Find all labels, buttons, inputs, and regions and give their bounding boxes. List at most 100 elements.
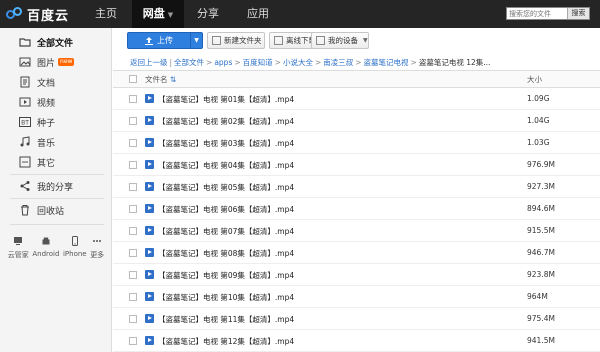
sidebar-item-other[interactable]: 其它	[0, 152, 112, 172]
my-device-button[interactable]: 我的设备 ▼	[311, 32, 369, 49]
table-row[interactable]: 【盗墓笔记】电视 第09集【超清】.mp4 923.8M	[113, 264, 600, 286]
file-name[interactable]: 【盗墓笔记】电视 第02集【超清】.mp4	[158, 116, 294, 127]
file-name[interactable]: 【盗墓笔记】电视 第12集【超清】.mp4	[158, 336, 294, 347]
search-button[interactable]: 搜索	[567, 8, 589, 19]
sidebar-item-videos[interactable]: 视频	[0, 92, 112, 112]
table-row[interactable]: 【盗墓笔记】电视 第05集【超清】.mp4 927.3M	[113, 176, 600, 198]
column-header-size[interactable]: 大小	[527, 74, 542, 85]
table-row[interactable]: 【盗墓笔记】电视 第12集【超清】.mp4 941.5M	[113, 330, 600, 352]
sidebar-item-music[interactable]: 音乐	[0, 132, 112, 152]
sidebar-item-label: 回收站	[37, 206, 65, 217]
sidebar-item-images[interactable]: 图片 new	[0, 52, 112, 72]
file-size: 976.9M	[527, 160, 555, 169]
select-all-checkbox[interactable]	[129, 75, 137, 83]
row-checkbox[interactable]	[129, 271, 137, 279]
upload-main[interactable]: 上传	[128, 35, 190, 46]
baidu-cloud-logo[interactable]: 百度云	[6, 4, 69, 24]
top-bar: 百度云 主页 网盘 ▼ 分享 应用 搜索	[0, 0, 600, 28]
table-row[interactable]: 【盗墓笔记】电视 第01集【超清】.mp4 1.09G	[113, 88, 600, 110]
file-size: 1.04G	[527, 116, 550, 125]
breadcrumb-link[interactable]: apps	[214, 58, 232, 67]
row-checkbox[interactable]	[129, 293, 137, 301]
chevron-down-icon[interactable]: ▼	[190, 33, 202, 48]
nav-disk-label: 网盘	[142, 7, 165, 20]
nav-apps[interactable]: 应用	[232, 0, 284, 28]
file-name[interactable]: 【盗墓笔记】电视 第05集【超清】.mp4	[158, 182, 294, 193]
video-file-icon	[145, 336, 154, 345]
file-name[interactable]: 【盗墓笔记】电视 第08集【超清】.mp4	[158, 248, 294, 259]
my-device-label: 我的设备	[328, 36, 358, 45]
table-row[interactable]: 【盗墓笔记】电视 第02集【超清】.mp4 1.04G	[113, 110, 600, 132]
new-badge: new	[58, 58, 75, 66]
file-name[interactable]: 【盗墓笔记】电视 第01集【超清】.mp4	[158, 94, 294, 105]
device-icon	[316, 36, 325, 45]
sidebar-item-my-shares[interactable]: 我的分享	[0, 176, 112, 196]
device-cloud-manager[interactable]: 云管家	[8, 236, 29, 260]
table-row[interactable]: 【盗墓笔记】电视 第04集【超清】.mp4 976.9M	[113, 154, 600, 176]
table-row[interactable]: 【盗墓笔记】电视 第07集【超清】.mp4 915.5M	[113, 220, 600, 242]
search-input[interactable]	[507, 8, 567, 19]
row-checkbox[interactable]	[129, 337, 137, 345]
breadcrumb-link[interactable]: 盗墓笔记电视	[364, 58, 409, 67]
video-file-icon	[145, 94, 154, 103]
new-folder-label: 新建文件夹	[224, 36, 262, 45]
svg-text:BT: BT	[21, 120, 29, 127]
main-nav: 主页 网盘 ▼ 分享 应用	[80, 0, 284, 28]
file-name[interactable]: 【盗墓笔记】电视 第09集【超清】.mp4	[158, 270, 294, 281]
breadcrumb-link[interactable]: 百度知道	[243, 58, 273, 67]
breadcrumb-link[interactable]: 全部文件	[174, 58, 204, 67]
row-checkbox[interactable]	[129, 183, 137, 191]
upload-button[interactable]: 上传 ▼	[127, 32, 203, 49]
device-label: iPhone	[62, 250, 87, 258]
row-checkbox[interactable]	[129, 161, 137, 169]
sidebar-item-torrents[interactable]: BT 种子	[0, 112, 112, 132]
document-icon	[20, 76, 30, 88]
row-checkbox[interactable]	[129, 227, 137, 235]
device-iphone[interactable]: iPhone	[63, 236, 87, 260]
sidebar-item-recycle-bin[interactable]: 回收站	[0, 200, 112, 220]
breadcrumb-current: 盗墓笔记电视	[418, 58, 464, 67]
table-row[interactable]: 【盗墓笔记】电视 第06集【超清】.mp4 894.6M	[113, 198, 600, 220]
file-name[interactable]: 【盗墓笔记】电视 第11集【超清】.mp4	[158, 314, 294, 325]
toolbar: 上传 ▼ 新建文件夹 离线下载 我的设备 ▼	[113, 28, 600, 54]
row-checkbox[interactable]	[129, 139, 137, 147]
video-file-icon	[145, 138, 154, 147]
row-checkbox[interactable]	[129, 117, 137, 125]
column-header-name[interactable]: 文件名 ⇅	[145, 74, 176, 85]
trash-icon	[21, 205, 29, 216]
sidebar-item-label: 其它	[37, 158, 56, 169]
nav-share[interactable]: 分享	[184, 0, 232, 28]
row-checkbox[interactable]	[129, 249, 137, 257]
nav-home[interactable]: 主页	[80, 0, 132, 28]
new-folder-icon	[212, 36, 221, 45]
table-header: 文件名 ⇅ 大小	[113, 70, 600, 88]
row-checkbox[interactable]	[129, 205, 137, 213]
breadcrumb-link[interactable]: 小说大全	[283, 58, 313, 67]
chevron-down-icon: ▼	[363, 37, 368, 44]
sidebar: 全部文件 图片 new 文档 视频 BT 种子 音乐 其它 我的分享 回收站 云…	[0, 28, 112, 352]
table-row[interactable]: 【盗墓笔记】电视 第10集【超清】.mp4 964M	[113, 286, 600, 308]
file-name[interactable]: 【盗墓笔记】电视 第04集【超清】.mp4	[158, 160, 294, 171]
row-checkbox[interactable]	[129, 315, 137, 323]
sidebar-item-label: 全部文件	[37, 38, 74, 49]
nav-disk[interactable]: 网盘 ▼	[132, 0, 184, 28]
device-more[interactable]: 更多	[90, 236, 104, 260]
file-size: 915.5M	[527, 226, 555, 235]
row-checkbox[interactable]	[129, 95, 137, 103]
file-name[interactable]: 【盗墓笔记】电视 第07集【超清】.mp4	[158, 226, 294, 237]
sidebar-item-all-files[interactable]: 全部文件	[0, 32, 112, 52]
device-label: Android	[32, 250, 60, 258]
sidebar-divider	[10, 198, 104, 199]
file-name[interactable]: 【盗墓笔记】电视 第03集【超清】.mp4	[158, 138, 294, 149]
file-name[interactable]: 【盗墓笔记】电视 第06集【超清】.mp4	[158, 204, 294, 215]
sidebar-item-documents[interactable]: 文档	[0, 72, 112, 92]
breadcrumb-link[interactable]: 南凌三叔	[323, 58, 353, 67]
table-row[interactable]: 【盗墓笔记】电视 第08集【超清】.mp4 946.7M	[113, 242, 600, 264]
table-row[interactable]: 【盗墓笔记】电视 第11集【超清】.mp4 975.4M	[113, 308, 600, 330]
file-name[interactable]: 【盗墓笔记】电视 第10集【超清】.mp4	[158, 292, 294, 303]
table-row[interactable]: 【盗墓笔记】电视 第03集【超清】.mp4 1.03G	[113, 132, 600, 154]
device-android[interactable]: Android	[32, 236, 59, 260]
breadcrumb-back-link[interactable]: 返回上一级	[130, 58, 168, 67]
device-list: 云管家 Android iPhone 更多	[0, 236, 112, 260]
new-folder-button[interactable]: 新建文件夹	[207, 32, 265, 49]
